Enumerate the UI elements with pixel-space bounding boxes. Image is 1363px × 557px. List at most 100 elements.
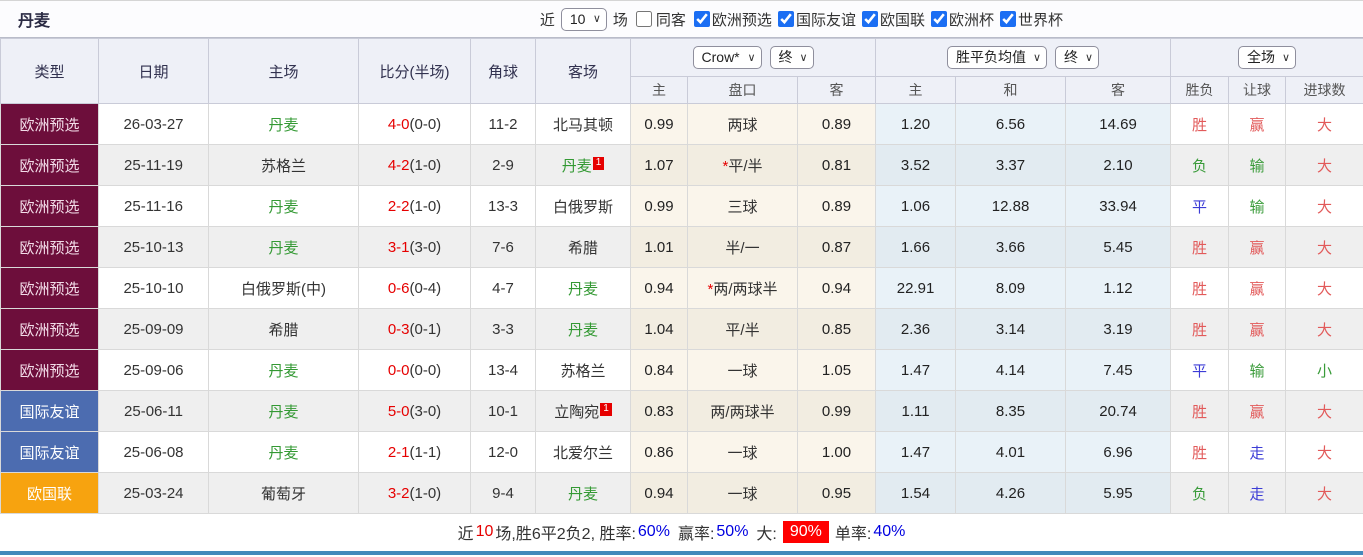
odds-win: 1.47	[875, 349, 957, 391]
handicap-away-odds: 0.89	[796, 103, 877, 145]
table-row: 欧洲预选 26-03-27 丹麦 4-0(0-0) 11-2 北马其顿1 0.9…	[0, 103, 1363, 145]
home-team: 丹麦	[208, 349, 359, 391]
result-handicap-label: 赢	[1249, 321, 1265, 339]
match-type: 国际友谊	[0, 431, 99, 473]
same-away-filter[interactable]: 同客	[634, 9, 688, 30]
match-date: 25-11-16	[98, 185, 209, 227]
away-team: 北爱尔兰1	[535, 431, 631, 473]
away-team: 丹麦1	[535, 308, 631, 350]
match-date: 25-10-13	[98, 226, 209, 268]
match-type: 欧洲预选	[0, 308, 99, 350]
subcol-result-wdl: 胜负	[1170, 76, 1230, 104]
table-row: 国际友谊 25-06-08 丹麦 2-1(1-1) 12-0 北爱尔兰1 0.8…	[0, 431, 1363, 473]
result-handicap: 赢	[1228, 390, 1287, 432]
handicap-home-odds: 0.84	[630, 349, 688, 391]
result-handicap: 输	[1228, 144, 1287, 186]
table-row: 国际友谊 25-06-11 丹麦 5-0(3-0) 10-1 立陶宛 1 0.83…	[0, 390, 1363, 432]
odds-draw: 4.14	[955, 349, 1067, 391]
full-time-score: 3-1	[387, 238, 410, 256]
away-team-name: 苏格兰	[560, 362, 606, 380]
near-count-select[interactable]: 10	[560, 7, 607, 31]
subcol-handicap-home: 主	[630, 76, 688, 104]
half-time-score: (1-0)	[409, 156, 442, 174]
half-time-score: (1-0)	[409, 484, 442, 502]
filter-label: 国际友谊	[795, 11, 856, 29]
score-cell: 4-2(1-0)	[358, 144, 471, 186]
odds-win: 1.11	[875, 390, 957, 432]
euro-cup-checkbox[interactable]	[930, 11, 947, 27]
filter-controls: 近 10 场 同客 欧洲预选 国际友谊 欧国联 欧洲杯	[538, 7, 1063, 31]
filter-world-cup[interactable]: 世界杯	[998, 9, 1063, 30]
match-type: 欧洲预选	[0, 103, 99, 145]
full-time-score: 5-0	[387, 402, 410, 420]
handicap-text: 平/半	[725, 321, 760, 339]
match-type: 欧洲预选	[0, 349, 99, 391]
home-team: 葡萄牙	[208, 472, 359, 514]
odds-draw: 4.26	[955, 472, 1067, 514]
subcol-handicap-away: 客	[796, 76, 877, 104]
odds-lose: 1.12	[1065, 267, 1172, 309]
odds-win: 22.91	[875, 267, 957, 309]
handicap-away-odds: 0.95	[796, 472, 877, 514]
score-cell: 2-2(1-0)	[358, 185, 471, 227]
filter-nations-league[interactable]: 欧国联	[860, 9, 925, 30]
result-wdl: 胜	[1170, 226, 1230, 268]
result-wdl: 负	[1170, 144, 1230, 186]
result-wdl-label: 平	[1192, 362, 1208, 380]
scope-select[interactable]: 全场	[1238, 46, 1297, 69]
home-team-name: 丹麦	[268, 403, 299, 421]
same-away-checkbox[interactable]	[635, 11, 652, 27]
handicap-group-header: Crow* 终	[629, 38, 877, 77]
full-time-score: 3-2	[387, 484, 410, 502]
result-handicap: 赢	[1228, 103, 1287, 145]
table-row: 欧洲预选 25-10-10 白俄罗斯(中) 0-6(0-4) 4-7 丹麦1 0…	[0, 267, 1363, 309]
col-date: 日期	[98, 38, 209, 104]
nations-league-checkbox[interactable]	[861, 11, 878, 27]
result-goals-label: 大	[1317, 198, 1333, 216]
match-type-label: 欧洲预选	[19, 362, 80, 380]
odds-draw: 6.56	[955, 103, 1067, 145]
big-rate-badge: 90%	[782, 521, 829, 543]
col-home: 主场	[208, 38, 359, 104]
result-goals-label: 大	[1317, 280, 1333, 298]
odds-win: 1.06	[875, 185, 957, 227]
result-goals: 大	[1285, 144, 1363, 186]
odds-state-select[interactable]: 终	[1055, 46, 1100, 69]
home-team-name: 丹麦	[268, 239, 299, 257]
result-wdl-label: 胜	[1192, 444, 1208, 462]
handicap-away-odds: 0.94	[796, 267, 877, 309]
company-select[interactable]: Crow*	[692, 46, 762, 69]
result-goals: 小	[1285, 349, 1363, 391]
euro-qualifiers-checkbox[interactable]	[693, 11, 710, 27]
half-time-score: (0-0)	[409, 361, 442, 379]
filter-label: 欧国联	[879, 11, 925, 29]
filter-euro-qualifiers[interactable]: 欧洲预选	[692, 9, 772, 30]
table-row: 欧洲预选 25-11-19 苏格兰 4-2(1-0) 2-9 丹麦 1 1.07 …	[0, 144, 1363, 186]
handicap-line: *平/半	[687, 144, 798, 186]
home-team-name: 希腊	[268, 321, 299, 339]
handicap-text: 半/一	[725, 239, 760, 257]
home-team-name: 丹麦	[268, 116, 299, 134]
match-date: 25-11-19	[98, 144, 209, 186]
subcol-odds-home: 主	[875, 76, 957, 104]
odds-win: 1.47	[875, 431, 957, 473]
subcol-odds-draw: 和	[955, 76, 1067, 104]
full-time-score: 2-2	[387, 197, 410, 215]
friendly-checkbox[interactable]	[777, 11, 794, 27]
half-time-score: (3-0)	[409, 402, 442, 420]
summary-text: 场,胜6平2负2, 胜率:	[495, 526, 636, 543]
full-time-score: 4-2	[387, 156, 410, 174]
handicap-line: 一球	[687, 349, 798, 391]
match-type: 国际友谊	[0, 390, 99, 432]
world-cup-checkbox[interactable]	[999, 11, 1016, 27]
result-goals: 大	[1285, 226, 1363, 268]
match-type-label: 欧洲预选	[19, 157, 80, 175]
odds-avg-select[interactable]: 胜平负均值	[947, 46, 1048, 69]
result-wdl: 胜	[1170, 431, 1230, 473]
near-count-select-wrap: 10	[560, 7, 607, 31]
filter-friendly[interactable]: 国际友谊	[776, 9, 856, 30]
result-goals: 大	[1285, 308, 1363, 350]
company-state-select[interactable]: 终	[769, 46, 814, 69]
away-team: 白俄罗斯1	[535, 185, 631, 227]
filter-euro-cup[interactable]: 欧洲杯	[929, 9, 994, 30]
